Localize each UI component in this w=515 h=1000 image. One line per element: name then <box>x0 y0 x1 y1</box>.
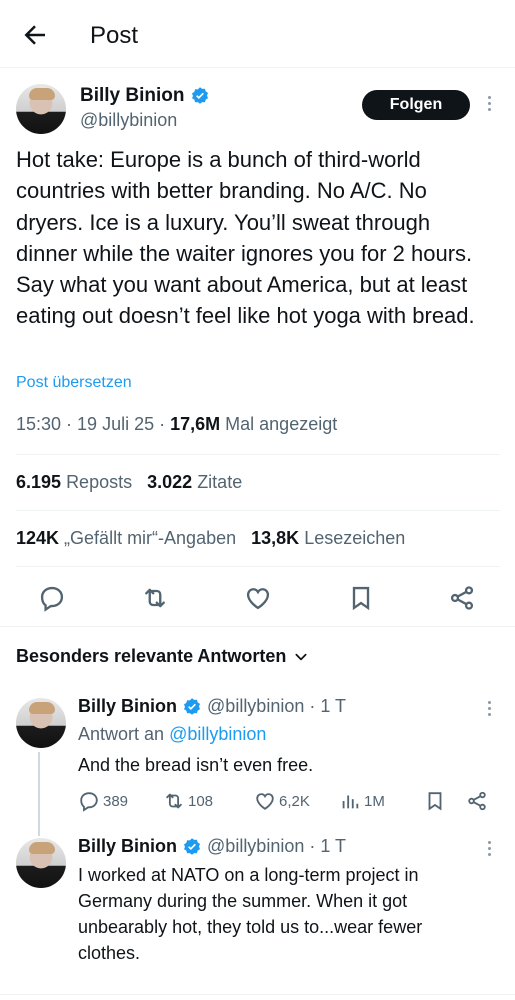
more-options-icon[interactable] <box>486 701 492 719</box>
reply-like-count: 6,2K <box>279 792 310 810</box>
post-meta: 15:30 · 19 Juli 25 · 17,6M Mal angezeigt <box>16 414 338 434</box>
chevron-down-icon <box>295 654 307 661</box>
replies-sort-dropdown[interactable]: Besonders relevante Antworten <box>16 646 309 667</box>
post-time: 15:30 <box>16 414 62 434</box>
back-arrow-icon[interactable] <box>20 20 50 50</box>
translate-link[interactable]: Post übersetzen <box>16 374 132 392</box>
author-name-row[interactable]: Billy Binion <box>80 85 210 107</box>
divider <box>16 454 500 455</box>
post-date: 19 Juli 25 <box>77 414 155 434</box>
reply-icon <box>80 792 98 812</box>
divider <box>0 994 515 995</box>
page-title: Post <box>90 22 139 49</box>
views-count: 17,6M <box>170 414 221 434</box>
top-bar: Post <box>0 0 515 68</box>
likes-link[interactable]: 124K „Gefällt mir“-Angaben <box>16 528 236 548</box>
reply-avatar[interactable] <box>16 698 66 748</box>
reply-icon[interactable] <box>38 584 66 612</box>
post-text: Hot take: Europe is a bunch of third-wor… <box>16 147 475 329</box>
divider <box>16 566 500 567</box>
bookmark-icon[interactable] <box>347 584 375 612</box>
reply-repost-count: 108 <box>188 792 214 810</box>
verified-badge-icon <box>191 87 208 104</box>
reply-text: And the bread isn’t even free. <box>78 755 314 775</box>
reply-reply-count: 389 <box>103 792 129 810</box>
reply-age: · 1 T <box>309 836 347 856</box>
reply-repost-button[interactable]: 108 <box>163 790 213 812</box>
repost-icon <box>166 793 182 809</box>
bookmarks-link[interactable]: 13,8K Lesezeichen <box>251 528 405 548</box>
reply-author-handle[interactable]: @billybinion <box>207 836 304 856</box>
more-options-icon[interactable] <box>486 96 492 114</box>
reply-author-name[interactable]: Billy Binion <box>78 836 177 856</box>
like-icon[interactable] <box>244 584 272 612</box>
like-stats: 124K „Gefällt mir“-Angaben 13,8K Lesezei… <box>16 528 405 549</box>
thread-line <box>38 752 40 836</box>
follow-button[interactable]: Folgen <box>362 90 470 120</box>
verified-badge-icon <box>184 838 201 855</box>
quotes-link[interactable]: 3.022 Zitate <box>147 472 242 492</box>
more-options-icon[interactable] <box>486 841 492 859</box>
like-icon <box>256 793 274 810</box>
author-avatar[interactable] <box>16 84 66 134</box>
reply-age: · 1 T <box>309 696 347 716</box>
bookmark-icon[interactable] <box>424 790 446 812</box>
author-name[interactable]: Billy Binion <box>80 85 185 106</box>
reply-views-button[interactable]: 1M <box>339 790 385 812</box>
reply-author-name[interactable]: Billy Binion <box>78 696 177 716</box>
repost-stats: 6.195 Reposts 3.022 Zitate <box>16 472 242 493</box>
divider <box>0 626 515 627</box>
reply-author-handle[interactable]: @billybinion <box>207 696 304 716</box>
verified-badge-icon <box>184 698 201 715</box>
views-icon <box>342 795 359 809</box>
action-bar <box>0 570 515 626</box>
reply-to-line: Antwort an @billybinion <box>78 724 267 744</box>
replies-sort-label: Besonders relevante Antworten <box>16 646 287 666</box>
reply-to-handle[interactable]: @billybinion <box>169 724 266 744</box>
reposts-link[interactable]: 6.195 Reposts <box>16 472 132 492</box>
reply-view-count: 1M <box>364 792 385 810</box>
reply-like-button[interactable]: 6,2K <box>254 790 310 812</box>
reply-author-line: Billy Binion @billybinion · 1 T <box>78 836 346 857</box>
reply-reply-button[interactable]: 389 <box>78 790 128 812</box>
repost-icon[interactable] <box>141 584 169 612</box>
author-handle[interactable]: @billybinion <box>80 110 177 131</box>
share-icon[interactable] <box>466 790 488 812</box>
share-icon[interactable] <box>448 584 476 612</box>
reply-avatar[interactable] <box>16 838 66 888</box>
divider <box>16 510 500 511</box>
views-label: Mal angezeigt <box>225 414 338 434</box>
reply-text: I worked at NATO on a long-term project … <box>78 865 423 963</box>
reply-author-line: Billy Binion @billybinion · 1 T <box>78 696 346 717</box>
